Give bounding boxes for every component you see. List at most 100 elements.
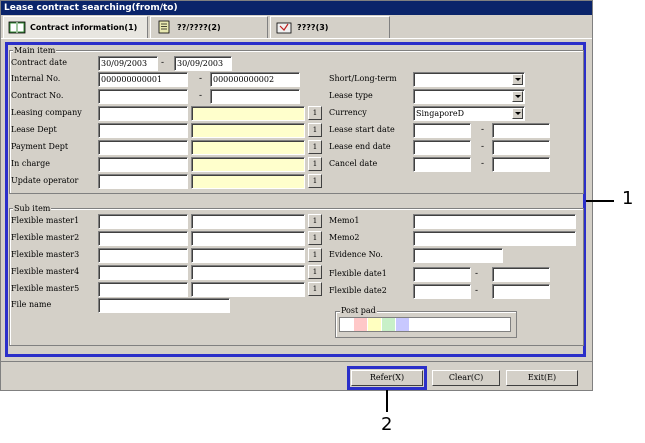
internal-no-from-field[interactable]: 000000000001 <box>98 72 188 87</box>
book-icon <box>8 21 26 34</box>
document-icon <box>158 20 170 34</box>
folder-icon <box>276 22 292 34</box>
post-pad-swatch-green[interactable] <box>382 318 395 331</box>
contract-date-label: Contract date <box>11 58 67 67</box>
flexible-date2-to-field[interactable] <box>492 284 550 299</box>
range-separator: - <box>199 91 203 101</box>
cancel-date-from-field[interactable] <box>413 157 471 172</box>
contract-no-label: Contract No. <box>11 91 64 100</box>
flexible-master1-name-field[interactable] <box>191 214 305 229</box>
payment-dept-label: Payment Dept <box>11 142 69 151</box>
window-title: Lease contract searching(from/to) <box>1 1 592 15</box>
flexible-master3-code-field[interactable] <box>98 248 188 263</box>
post-pad-swatch-white[interactable] <box>340 318 353 331</box>
range-separator: - <box>199 74 203 84</box>
tab-2[interactable]: ??/????(2) <box>150 16 268 38</box>
currency-label: Currency <box>329 108 367 117</box>
flexible-master4-name-field[interactable] <box>191 265 305 280</box>
memo2-label: Memo2 <box>329 233 360 242</box>
flexible-master2-label: Flexible master2 <box>11 233 80 242</box>
flexible-date1-from-field[interactable] <box>413 267 471 282</box>
contract-date-to-field[interactable]: 30/09/2003 <box>174 56 232 71</box>
in-charge-name-field <box>191 157 305 172</box>
memo1-label: Memo1 <box>329 216 360 225</box>
tab-divider <box>1 38 592 39</box>
tab-3[interactable]: ????(3) <box>270 16 390 38</box>
flexible-master2-lookup-button[interactable]: 1 <box>308 231 322 245</box>
button-bar-divider <box>1 361 592 362</box>
callout-1-label: 1 <box>622 188 634 209</box>
tab-2-label: ??/????(2) <box>177 23 221 32</box>
internal-no-label: Internal No. <box>11 74 61 83</box>
memo2-field[interactable] <box>413 231 576 246</box>
sub-item-title: Sub item <box>13 204 52 213</box>
callout-2-leader <box>386 390 388 412</box>
chevron-down-icon <box>512 74 523 85</box>
update-operator-name-field <box>191 174 305 189</box>
flexible-date1-to-field[interactable] <box>492 267 550 282</box>
flexible-master5-code-field[interactable] <box>98 282 188 297</box>
lease-type-select[interactable] <box>413 89 525 104</box>
in-charge-code-field[interactable] <box>98 157 188 172</box>
flexible-master3-name-field[interactable] <box>191 248 305 263</box>
cancel-date-label: Cancel date <box>329 159 378 168</box>
flexible-master1-lookup-button[interactable]: 1 <box>308 214 322 228</box>
lease-dept-code-field[interactable] <box>98 123 188 138</box>
cancel-date-to-field[interactable] <box>492 157 550 172</box>
callout-1-leader <box>586 200 614 202</box>
short-long-term-select[interactable] <box>413 72 525 87</box>
in-charge-lookup-button[interactable]: 1 <box>308 157 322 171</box>
lease-end-date-to-field[interactable] <box>492 140 550 155</box>
contract-no-to-field[interactable] <box>210 89 300 104</box>
short-long-term-label: Short/Long-term <box>329 74 397 83</box>
range-separator: - <box>475 286 479 296</box>
currency-value: SingaporeD <box>416 109 464 118</box>
clear-button[interactable]: Clear(C) <box>432 370 500 386</box>
contract-date-from-field[interactable]: 30/09/2003 <box>98 56 158 71</box>
flexible-master5-name-field[interactable] <box>191 282 305 297</box>
chevron-down-icon <box>512 108 523 119</box>
leasing-company-lookup-button[interactable]: 1 <box>308 106 322 120</box>
post-pad-swatch-yellow[interactable] <box>368 318 381 331</box>
lease-start-date-from-field[interactable] <box>413 123 471 138</box>
flexible-date2-from-field[interactable] <box>413 284 471 299</box>
flexible-master2-code-field[interactable] <box>98 231 188 246</box>
leasing-company-name-field <box>191 106 305 121</box>
flexible-master4-lookup-button[interactable]: 1 <box>308 265 322 279</box>
update-operator-label: Update operator <box>11 176 79 185</box>
evidence-no-field[interactable] <box>413 248 503 263</box>
flexible-master4-code-field[interactable] <box>98 265 188 280</box>
memo1-field[interactable] <box>413 214 576 229</box>
file-name-field[interactable] <box>98 298 230 313</box>
highlight-frame-refer <box>347 366 427 390</box>
flexible-master1-code-field[interactable] <box>98 214 188 229</box>
exit-button[interactable]: Exit(E) <box>506 370 578 386</box>
tab-contract-information[interactable]: Contract information(1) <box>3 16 148 38</box>
contract-no-from-field[interactable] <box>98 89 188 104</box>
lease-end-date-label: Lease end date <box>329 142 391 151</box>
post-pad-swatch-blue[interactable] <box>396 318 409 331</box>
flexible-master5-lookup-button[interactable]: 1 <box>308 282 322 296</box>
lease-dept-lookup-button[interactable]: 1 <box>308 123 322 137</box>
lease-end-date-from-field[interactable] <box>413 140 471 155</box>
internal-no-to-field[interactable]: 000000000002 <box>210 72 300 87</box>
lease-type-label: Lease type <box>329 91 373 100</box>
callout-2-label: 2 <box>381 414 393 435</box>
payment-dept-name-field <box>191 140 305 155</box>
post-pad-title: Post pad <box>340 306 377 315</box>
flexible-master2-name-field[interactable] <box>191 231 305 246</box>
update-operator-lookup-button[interactable]: 1 <box>308 174 322 188</box>
payment-dept-code-field[interactable] <box>98 140 188 155</box>
flexible-master3-lookup-button[interactable]: 1 <box>308 248 322 262</box>
update-operator-code-field[interactable] <box>98 174 188 189</box>
evidence-no-label: Evidence No. <box>329 250 383 259</box>
leasing-company-code-field[interactable] <box>98 106 188 121</box>
flexible-master3-label: Flexible master3 <box>11 250 80 259</box>
chevron-down-icon <box>512 91 523 102</box>
range-separator: - <box>481 125 485 135</box>
post-pad-swatch-pink[interactable] <box>354 318 367 331</box>
tab-3-label: ????(3) <box>297 23 329 32</box>
payment-dept-lookup-button[interactable]: 1 <box>308 140 322 154</box>
currency-select[interactable]: SingaporeD <box>413 106 525 121</box>
lease-start-date-to-field[interactable] <box>492 123 550 138</box>
